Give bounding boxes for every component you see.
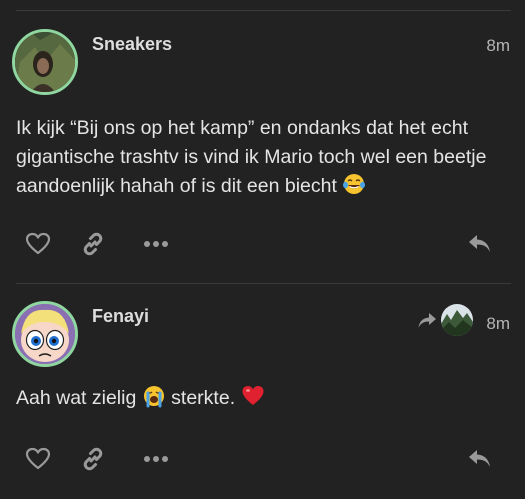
replied-user-avatar[interactable] bbox=[441, 304, 473, 336]
avatar[interactable] bbox=[12, 29, 78, 95]
post-body-text: Aah wat zielig bbox=[16, 387, 137, 409]
post-body-text-2: sterkte. bbox=[171, 387, 236, 409]
red-heart-icon bbox=[242, 386, 264, 405]
face-with-tears-of-joy-icon bbox=[343, 174, 366, 194]
link-icon bbox=[83, 447, 103, 471]
copy-link-button[interactable] bbox=[78, 229, 108, 259]
post-body-text: Ik kijk “Bij ons op het kamp” en ondanks… bbox=[16, 117, 487, 197]
username[interactable]: Sneakers bbox=[92, 34, 172, 55]
heart-icon bbox=[25, 232, 51, 255]
link-icon bbox=[83, 232, 103, 256]
more-options-button[interactable] bbox=[141, 444, 171, 474]
like-button[interactable] bbox=[23, 444, 53, 474]
more-options-button[interactable] bbox=[141, 229, 171, 259]
reply-icon bbox=[469, 450, 490, 467]
like-button[interactable] bbox=[23, 229, 53, 259]
ellipsis-icon bbox=[144, 241, 168, 247]
avatar[interactable] bbox=[12, 301, 78, 367]
username[interactable]: Fenayi bbox=[92, 306, 149, 327]
loudly-crying-face-icon bbox=[143, 386, 164, 408]
post-divider bbox=[16, 283, 511, 284]
post-actions bbox=[0, 444, 525, 474]
heart-icon bbox=[25, 447, 51, 470]
reply-button[interactable] bbox=[465, 444, 495, 474]
copy-link-button[interactable] bbox=[78, 444, 108, 474]
post-timestamp[interactable]: 8m bbox=[486, 36, 510, 56]
reply-to-indicator[interactable] bbox=[417, 304, 473, 336]
reply-button[interactable] bbox=[465, 229, 495, 259]
top-divider bbox=[16, 10, 511, 11]
post-body: Ik kijk “Bij ons op het kamp” en ondanks… bbox=[16, 114, 505, 201]
reply-to-arrow-icon bbox=[418, 313, 436, 328]
post-actions bbox=[0, 229, 525, 259]
post-body: Aah wat zielig sterkte. bbox=[16, 384, 505, 413]
post-timestamp[interactable]: 8m bbox=[486, 314, 510, 334]
reply-icon bbox=[469, 235, 490, 252]
ellipsis-icon bbox=[144, 456, 168, 462]
